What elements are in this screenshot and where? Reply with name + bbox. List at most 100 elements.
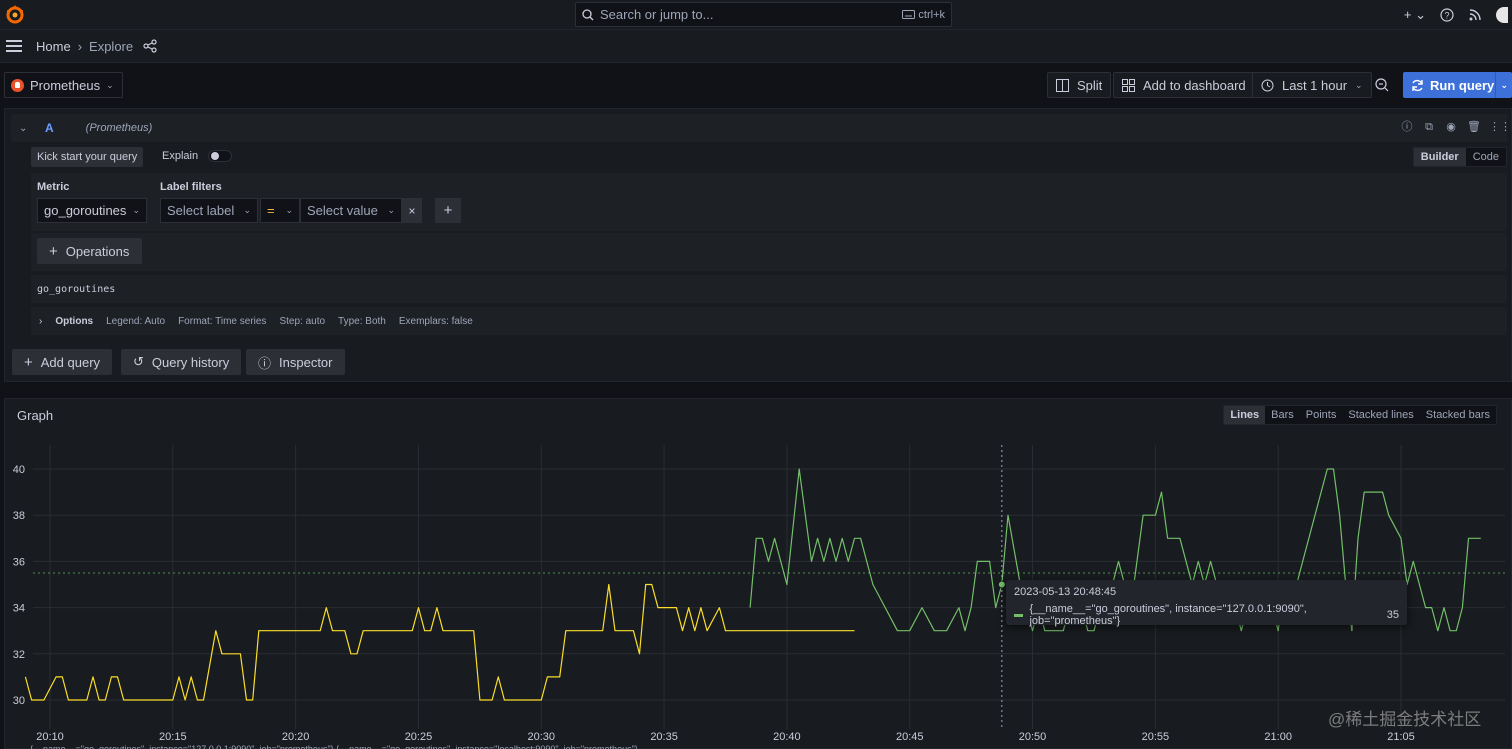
apps-icon: [1122, 78, 1135, 92]
label-select[interactable]: Select label ⌄: [160, 198, 258, 223]
breadcrumb-explore: Explore: [89, 38, 134, 54]
search-placeholder: Search or jump to...: [600, 7, 714, 22]
y-tick-label: 30: [13, 695, 25, 707]
operator-select[interactable]: = ⌄: [260, 198, 300, 223]
add-filter-button[interactable]: +: [435, 198, 461, 223]
new-menu-button[interactable]: + ⌄: [1404, 7, 1426, 23]
user-avatar[interactable]: [1496, 7, 1508, 23]
datasource-name: Prometheus: [30, 77, 101, 93]
x-tick-label: 20:30: [528, 731, 556, 743]
copy-icon[interactable]: ⧉: [1423, 121, 1435, 133]
tooltip-series-row: {__name__="go_goroutines", instance="127…: [1014, 603, 1399, 627]
explain-toggle[interactable]: [208, 150, 233, 162]
label-filters-label: Label filters: [160, 181, 222, 193]
breadcrumb-home[interactable]: Home: [36, 39, 71, 54]
option-type: Type: Both: [338, 315, 386, 327]
chevron-down-icon: ⌄: [106, 79, 114, 90]
grafana-logo[interactable]: [4, 4, 26, 26]
tooltip-series-name: {__name__="go_goroutines", instance="127…: [1029, 603, 1307, 627]
option-legend: Legend: Auto: [106, 315, 166, 327]
help-icon[interactable]: ⓘ: [1401, 121, 1413, 133]
editor-mode-switch: Builder Code: [1412, 147, 1507, 167]
x-tick-label: 20:25: [405, 731, 433, 743]
graph-legend[interactable]: {__name__="go_goroutines", instance="127…: [30, 744, 750, 749]
add-to-dashboard-label: Add to dashboard: [1143, 77, 1246, 93]
graph-panel: Graph Lines Bars Points Stacked lines St…: [4, 398, 1512, 749]
operations-row: + Operations: [31, 233, 1507, 271]
value-select[interactable]: Select value ⌄: [300, 198, 402, 223]
breadcrumb-bar: Home › Explore: [0, 30, 1512, 63]
trash-icon[interactable]: 🗑: [1467, 121, 1481, 133]
x-tick-label: 20:45: [896, 731, 924, 743]
metric-value: go_goroutines: [44, 203, 127, 218]
run-query-label: Run query: [1430, 77, 1495, 93]
explain-label: Explain: [162, 150, 199, 162]
code-mode-tab[interactable]: Code: [1466, 148, 1506, 166]
metric-select[interactable]: go_goroutines ⌄: [37, 198, 147, 223]
search-bar[interactable]: Search or jump to... ctrl+k: [575, 2, 952, 27]
chevron-down-icon: ⌄: [243, 205, 251, 215]
inspector-label: Inspector: [279, 354, 333, 370]
hover-point: [997, 580, 1006, 589]
chevron-down-icon[interactable]: ⌄: [1500, 80, 1508, 91]
news-feed-icon[interactable]: [1468, 8, 1482, 22]
operations-button[interactable]: + Operations: [37, 238, 142, 264]
y-tick-label: 32: [13, 649, 25, 661]
zoom-out-button[interactable]: [1369, 72, 1397, 98]
series-line-1: [24, 583, 855, 701]
shortcut-text: ctrl+k: [918, 8, 945, 21]
plus-icon: +: [49, 242, 58, 260]
help-icon[interactable]: ?: [1440, 8, 1454, 22]
menu-icon[interactable]: [6, 40, 22, 52]
x-tick-label: 20:35: [650, 731, 678, 743]
metric-label: Metric: [37, 181, 70, 193]
chevron-right-icon: ›: [39, 315, 43, 327]
time-series-chart[interactable]: 30 32 34 36 38 40 20:10 20:15 20:20 20:25 20:30 20:…: [5, 399, 1511, 748]
datasource-picker[interactable]: Prometheus ⌄: [4, 72, 123, 98]
raw-query-preview: go_goroutines: [31, 275, 1507, 303]
watermark: @稀土掘金技术社区: [1328, 710, 1482, 729]
search-icon: [582, 8, 594, 20]
y-tick-label: 36: [13, 556, 25, 568]
prometheus-icon: [11, 78, 24, 92]
inspector-button[interactable]: ⓘ Inspector: [246, 349, 345, 375]
explain-toggle-group: Explain: [162, 150, 233, 162]
keyboard-icon: [902, 10, 916, 19]
x-tick-label: 20:20: [282, 731, 310, 743]
query-row-header[interactable]: ⌄ A (Prometheus) ⓘ ⧉ ◉ 🗑 ⋮⋮: [11, 114, 1512, 142]
clock-icon: [1261, 79, 1274, 91]
remove-filter-button[interactable]: ×: [402, 198, 422, 223]
run-query-button[interactable]: Run query ⌄: [1403, 72, 1512, 98]
query-history-label: Query history: [151, 354, 230, 370]
zoom-out-icon: [1375, 78, 1389, 92]
kick-start-button[interactable]: Kick start your query: [31, 147, 144, 167]
query-options-row[interactable]: › Options Legend: Auto Format: Time seri…: [31, 307, 1507, 335]
graph-tooltip: 2023-05-13 20:48:45 {__name__="go_gorout…: [1006, 580, 1407, 627]
split-button[interactable]: Split: [1047, 72, 1112, 98]
y-tick-label: 34: [13, 603, 25, 615]
query-builder: Metric Label filters go_goroutines ⌄ Sel…: [31, 173, 1507, 231]
add-query-label: Add query: [40, 354, 101, 370]
query-row-actions: ⓘ ⧉ ◉ 🗑 ⋮⋮: [1401, 121, 1512, 133]
breadcrumb-separator: ›: [77, 38, 83, 54]
split-label: Split: [1077, 77, 1103, 93]
x-tick-label: 20:55: [1142, 731, 1170, 743]
query-history-button[interactable]: ↺ Query history: [121, 349, 242, 375]
shortcut-hint: ctrl+k: [902, 9, 945, 21]
option-step: Step: auto: [279, 315, 326, 327]
time-range-picker[interactable]: Last 1 hour ⌄: [1252, 72, 1372, 98]
collapse-chevron-icon[interactable]: ⌄: [19, 123, 39, 134]
svg-text:?: ?: [1444, 11, 1449, 21]
info-icon: ⓘ: [258, 355, 272, 371]
series-color-swatch: [1014, 613, 1024, 617]
builder-mode-tab[interactable]: Builder: [1413, 148, 1466, 166]
share-icon[interactable]: [143, 39, 157, 53]
query-ref-id[interactable]: A: [45, 121, 54, 135]
eye-icon[interactable]: ◉: [1445, 121, 1457, 133]
top-right-actions: + ⌄ ?: [1404, 0, 1512, 30]
add-query-button[interactable]: + Add query: [12, 349, 113, 375]
drag-handle-icon[interactable]: ⋮⋮: [1489, 121, 1511, 133]
add-to-dashboard-button[interactable]: Add to dashboard: [1113, 72, 1255, 98]
options-title: Options: [55, 315, 94, 327]
option-exemplars: Exemplars: false: [398, 315, 473, 327]
